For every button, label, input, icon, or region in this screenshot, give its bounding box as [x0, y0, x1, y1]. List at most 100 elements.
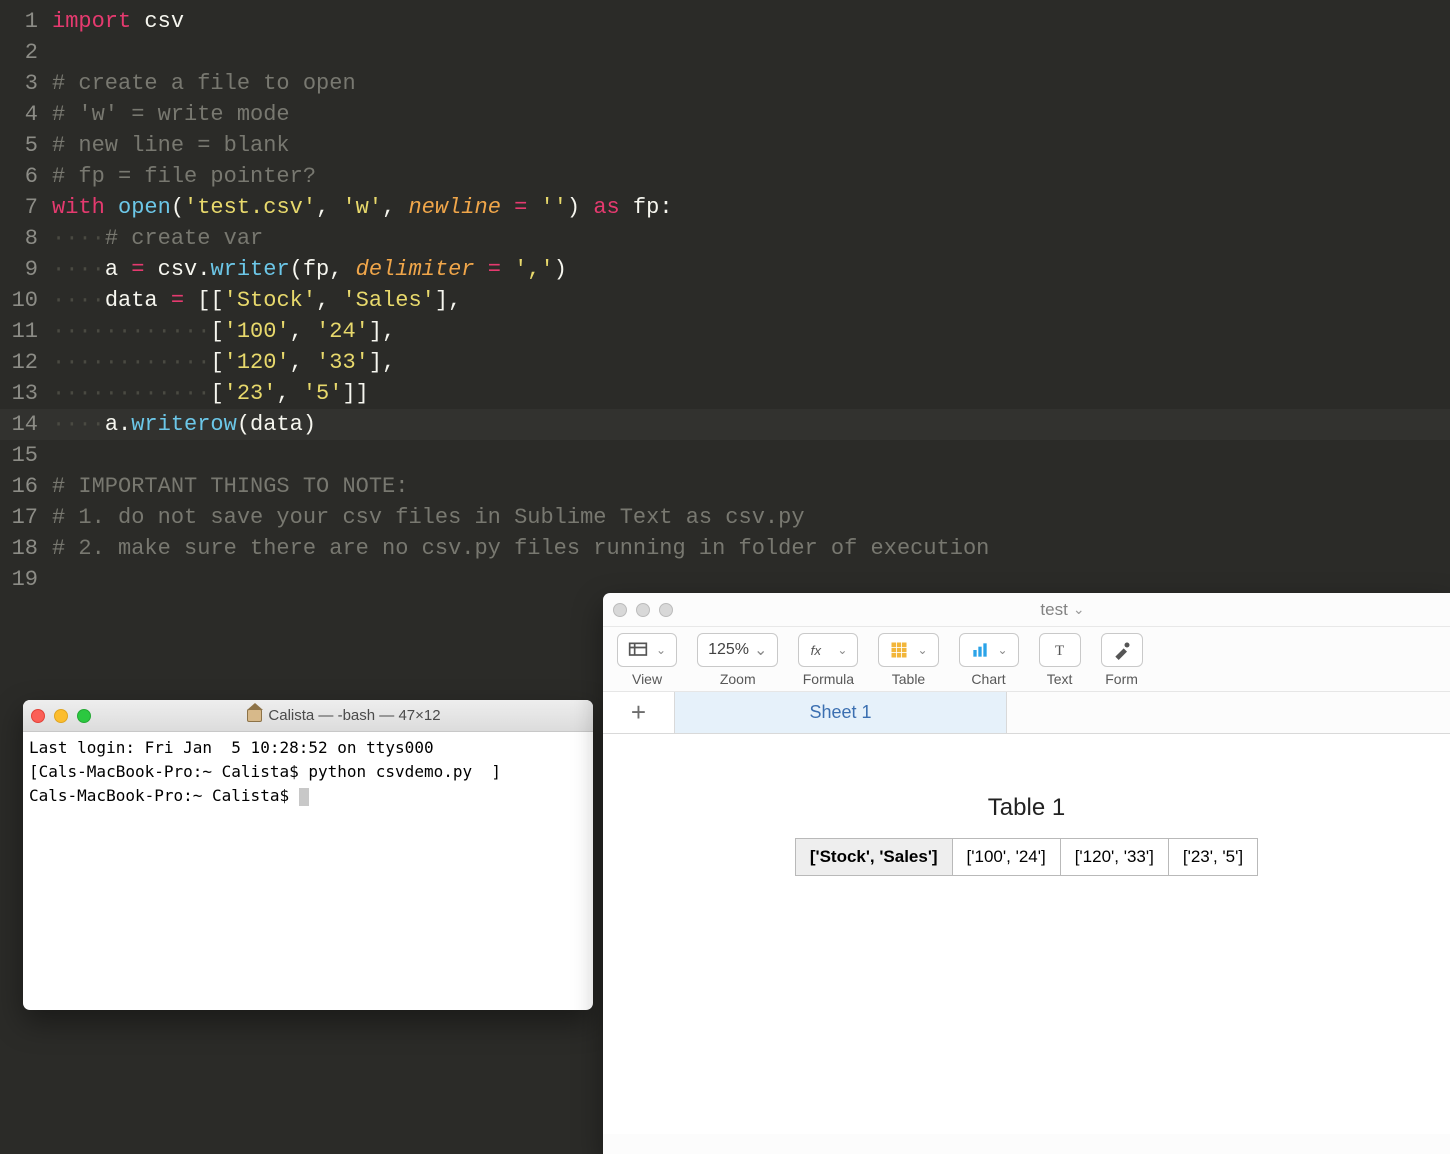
toolbar-label: Text: [1047, 671, 1073, 687]
minimize-icon[interactable]: [636, 603, 650, 617]
terminal-title: Calista — -bash — 47×12: [103, 707, 585, 724]
table-title[interactable]: Table 1: [988, 794, 1065, 822]
data-table[interactable]: ['Stock', 'Sales']['100', '24']['120', '…: [795, 838, 1258, 876]
formula-icon[interactable]: fx⌄: [798, 633, 858, 667]
code-content[interactable]: # create a file to open: [52, 71, 356, 96]
code-content[interactable]: ············['23', '5']]: [52, 381, 369, 406]
sheet-tab-label: Sheet 1: [809, 702, 871, 723]
terminal-body[interactable]: Last login: Fri Jan 5 10:28:52 on ttys00…: [23, 732, 593, 812]
line-number: 19: [0, 567, 52, 592]
code-content[interactable]: ····a.writerow(data): [52, 412, 316, 437]
zoom-icon[interactable]: 125% ⌄: [697, 633, 778, 667]
toolbar-label: Table: [892, 671, 925, 687]
code-line[interactable]: 5# new line = blank: [0, 130, 1450, 161]
code-line[interactable]: 8····# create var: [0, 223, 1450, 254]
terminal-line: Cals-MacBook-Pro:~ Calista$: [29, 784, 587, 808]
close-icon[interactable]: [31, 709, 45, 723]
code-editor[interactable]: 1import csv23# create a file to open4# '…: [0, 0, 1450, 595]
code-line[interactable]: 11············['100', '24'],: [0, 316, 1450, 347]
toolbar-chart-button[interactable]: ⌄ Chart: [959, 633, 1019, 687]
code-line[interactable]: 18# 2. make sure there are no csv.py fil…: [0, 533, 1450, 564]
maximize-icon[interactable]: [659, 603, 673, 617]
code-line[interactable]: 3# create a file to open: [0, 68, 1450, 99]
toolbar-label: Chart: [971, 671, 1005, 687]
terminal-window: Calista — -bash — 47×12 Last login: Fri …: [23, 700, 593, 1010]
toolbar-form-button[interactable]: Form: [1101, 633, 1143, 687]
toolbar-formula-button[interactable]: fx⌄ Formula: [798, 633, 858, 687]
line-number: 5: [0, 133, 52, 158]
code-line[interactable]: 16# IMPORTANT THINGS TO NOTE:: [0, 471, 1450, 502]
toolbar-label: Zoom: [720, 671, 756, 687]
document-title[interactable]: test ⌄: [685, 600, 1440, 620]
code-line[interactable]: 4# 'w' = write mode: [0, 99, 1450, 130]
code-content[interactable]: ············['120', '33'],: [52, 350, 395, 375]
code-line[interactable]: 7with open('test.csv', 'w', newline = ''…: [0, 192, 1450, 223]
code-content[interactable]: # 'w' = write mode: [52, 102, 290, 127]
line-number: 1: [0, 9, 52, 34]
view-icon[interactable]: ⌄: [617, 633, 677, 667]
toolbar-label: Formula: [803, 671, 854, 687]
sheet-tab-active[interactable]: Sheet 1: [675, 692, 1007, 733]
format-icon[interactable]: [1101, 633, 1143, 667]
terminal-line: Last login: Fri Jan 5 10:28:52 on ttys00…: [29, 736, 587, 760]
code-content[interactable]: # IMPORTANT THINGS TO NOTE:: [52, 474, 408, 499]
code-content[interactable]: ············['100', '24'],: [52, 319, 395, 344]
window-controls-inactive: [613, 603, 673, 617]
code-content[interactable]: # fp = file pointer?: [52, 164, 316, 189]
line-number: 6: [0, 164, 52, 189]
line-number: 17: [0, 505, 52, 530]
code-line[interactable]: 19: [0, 564, 1450, 595]
table-icon[interactable]: ⌄: [878, 633, 938, 667]
code-content[interactable]: # 1. do not save your csv files in Subli…: [52, 505, 805, 530]
terminal-cursor: [299, 788, 309, 806]
table-cell[interactable]: ['23', '5']: [1168, 839, 1257, 876]
svg-text:fx: fx: [811, 643, 823, 658]
terminal-line: [Cals-MacBook-Pro:~ Calista$ python csvd…: [29, 760, 587, 784]
close-icon[interactable]: [613, 603, 627, 617]
table-cell[interactable]: ['120', '33']: [1060, 839, 1168, 876]
text-icon[interactable]: T: [1039, 633, 1081, 667]
code-line[interactable]: 17# 1. do not save your csv files in Sub…: [0, 502, 1450, 533]
add-sheet-button[interactable]: +: [603, 692, 675, 733]
code-line[interactable]: 13············['23', '5']]: [0, 378, 1450, 409]
line-number: 14: [0, 412, 52, 437]
code-line[interactable]: 10····data = [['Stock', 'Sales'],: [0, 285, 1450, 316]
code-line[interactable]: 12············['120', '33'],: [0, 347, 1450, 378]
code-content[interactable]: ····data = [['Stock', 'Sales'],: [52, 288, 461, 313]
minimize-icon[interactable]: [54, 709, 68, 723]
code-line[interactable]: 2: [0, 37, 1450, 68]
table-header-cell[interactable]: ['Stock', 'Sales']: [795, 839, 952, 876]
toolbar-text-button[interactable]: T Text: [1039, 633, 1081, 687]
line-number: 9: [0, 257, 52, 282]
code-content[interactable]: # 2. make sure there are no csv.py files…: [52, 536, 989, 561]
code-content[interactable]: import csv: [52, 9, 184, 34]
code-line[interactable]: 9····a = csv.writer(fp, delimiter = ','): [0, 254, 1450, 285]
sheet-tabs: + Sheet 1: [603, 692, 1450, 734]
code-line[interactable]: 1import csv: [0, 6, 1450, 37]
terminal-titlebar[interactable]: Calista — -bash — 47×12: [23, 700, 593, 732]
code-line[interactable]: 15: [0, 440, 1450, 471]
code-line[interactable]: 14····a.writerow(data): [0, 409, 1450, 440]
line-number: 4: [0, 102, 52, 127]
line-number: 18: [0, 536, 52, 561]
table-cell[interactable]: ['100', '24']: [952, 839, 1060, 876]
toolbar-label: View: [632, 671, 662, 687]
code-content[interactable]: ····# create var: [52, 226, 263, 251]
spreadsheet-titlebar[interactable]: test ⌄: [603, 593, 1450, 627]
spreadsheet-window: test ⌄ ⌄ View 125% ⌄ Zoom fx⌄ Formula ⌄ Table ⌄ C…: [603, 593, 1450, 1154]
sheet-canvas[interactable]: Table 1 ['Stock', 'Sales']['100', '24'][…: [603, 734, 1450, 1134]
chart-icon[interactable]: ⌄: [959, 633, 1019, 667]
code-content[interactable]: ····a = csv.writer(fp, delimiter = ','): [52, 257, 567, 282]
toolbar-table-button[interactable]: ⌄ Table: [878, 633, 938, 687]
line-number: 15: [0, 443, 52, 468]
home-icon: [247, 709, 262, 722]
code-content[interactable]: # new line = blank: [52, 133, 290, 158]
maximize-icon[interactable]: [77, 709, 91, 723]
window-controls: [31, 709, 91, 723]
toolbar-zoom-button[interactable]: 125% ⌄ Zoom: [697, 633, 778, 687]
line-number: 2: [0, 40, 52, 65]
toolbar-view-button[interactable]: ⌄ View: [617, 633, 677, 687]
code-content[interactable]: with open('test.csv', 'w', newline = '')…: [52, 195, 673, 220]
line-number: 8: [0, 226, 52, 251]
code-line[interactable]: 6# fp = file pointer?: [0, 161, 1450, 192]
